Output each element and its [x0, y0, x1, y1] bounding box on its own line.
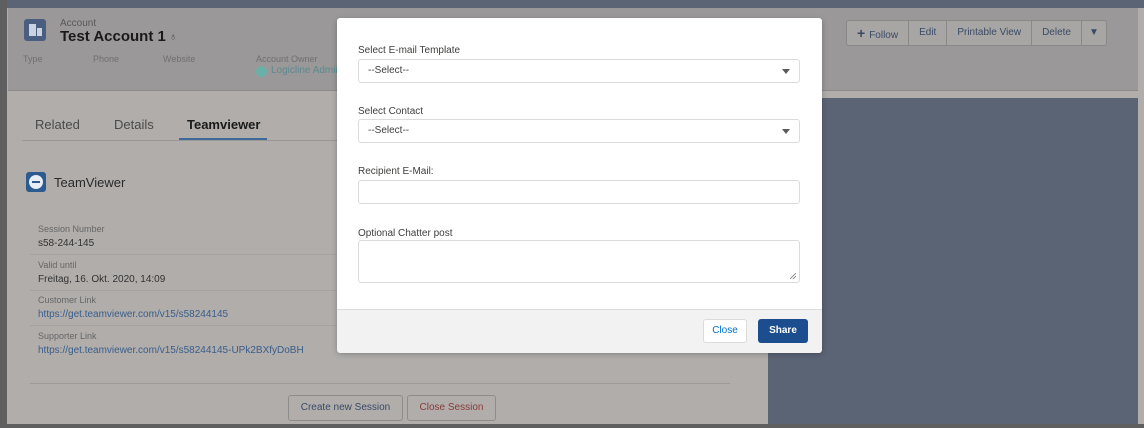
field-label-owner: Account Owner	[256, 54, 318, 64]
share-button[interactable]: Share	[758, 319, 808, 343]
field-label-website: Website	[163, 54, 196, 64]
resize-handle[interactable]	[790, 273, 796, 279]
valid-until-label: Valid until	[38, 260, 77, 270]
teamviewer-title: TeamViewer	[54, 175, 126, 190]
top-frame	[0, 0, 1144, 8]
close-session-button[interactable]: Close Session	[407, 395, 496, 421]
tab-teamviewer[interactable]: Teamviewer	[187, 117, 260, 132]
account-icon	[24, 19, 46, 41]
plus-icon: +	[857, 25, 866, 41]
field-label-phone: Phone	[93, 54, 120, 64]
chatter-label: Optional Chatter post	[358, 228, 453, 239]
hierarchy-icon[interactable]: ♁	[169, 31, 177, 43]
recipient-email-field[interactable]	[358, 180, 800, 204]
contact-label: Select Contact	[358, 106, 424, 117]
session-number-label: Session Number	[38, 224, 105, 234]
chevron-down-icon	[782, 129, 790, 134]
supporter-link[interactable]: https://get.teamviewer.com/v15/s58244145…	[38, 345, 304, 356]
action-button-group: + Follow Edit Printable View Delete ▼	[846, 20, 1107, 46]
session-number-value: s58-244-145	[38, 238, 95, 249]
field-label-type: Type	[23, 54, 43, 64]
template-select[interactable]: --Select--	[358, 59, 800, 83]
delete-button[interactable]: Delete	[1032, 21, 1082, 45]
tab-details[interactable]: Details	[114, 117, 154, 132]
follow-label: Follow	[869, 30, 899, 41]
customer-link[interactable]: https://get.teamviewer.com/v15/s58244145	[38, 309, 228, 320]
create-session-button[interactable]: Create new Session	[288, 395, 403, 421]
chatter-post-textarea[interactable]	[358, 240, 800, 283]
follow-button[interactable]: + Follow	[847, 21, 910, 45]
footer-divider	[30, 383, 730, 384]
tab-related[interactable]: Related	[35, 117, 80, 132]
printable-view-button[interactable]: Printable View	[947, 21, 1033, 45]
right-panel-backdrop	[768, 98, 1138, 424]
more-actions-button[interactable]: ▼	[1082, 21, 1106, 45]
recipient-label: Recipient E-Mail:	[358, 166, 434, 177]
contact-select-value: --Select--	[368, 125, 410, 136]
owner-avatar	[256, 66, 267, 77]
chevron-down-icon: ▼	[1088, 27, 1099, 38]
active-tab-indicator	[179, 138, 267, 140]
left-frame	[0, 0, 7, 428]
bottom-frame	[0, 424, 1144, 428]
template-label: Select E-mail Template	[358, 45, 461, 56]
template-select-value: --Select--	[368, 65, 410, 76]
customer-link-label: Customer Link	[38, 295, 97, 305]
modal-footer: Close Share	[337, 309, 822, 353]
owner-link[interactable]: Logicline Admin	[271, 65, 341, 76]
record-title: Test Account 1	[60, 28, 166, 45]
contact-select[interactable]: --Select--	[358, 119, 800, 143]
close-button[interactable]: Close	[703, 319, 747, 343]
teamviewer-logo-icon	[26, 172, 46, 192]
edit-button[interactable]: Edit	[909, 21, 948, 45]
valid-until-value: Freitag, 16. Okt. 2020, 14:09	[38, 274, 166, 285]
share-modal: Select E-mail Template --Select-- Select…	[337, 18, 822, 353]
supporter-link-label: Supporter Link	[38, 331, 97, 341]
chevron-down-icon	[782, 69, 790, 74]
